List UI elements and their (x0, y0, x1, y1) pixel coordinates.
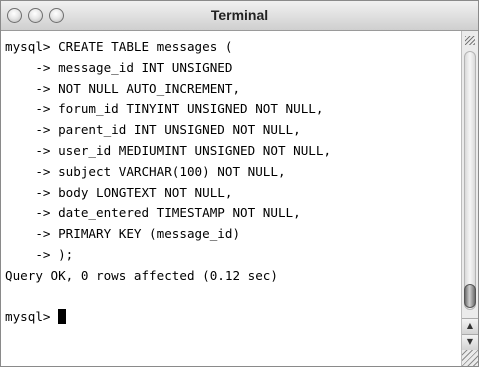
terminal-line: -> PRIMARY KEY (message_id) (5, 226, 241, 242)
terminal-window: Terminal mysql> CREATE TABLE messages ( … (0, 0, 479, 367)
scroll-up-button[interactable]: ▲ (462, 318, 478, 334)
terminal-line: -> parent_id INT UNSIGNED NOT NULL, (5, 122, 301, 138)
scroll-track[interactable] (464, 51, 476, 310)
scroll-down-button[interactable]: ▼ (462, 334, 478, 350)
prompt-line[interactable]: mysql> (5, 307, 461, 328)
title-bar[interactable]: Terminal (1, 1, 478, 31)
terminal-line: -> user_id MEDIUMINT UNSIGNED NOT NULL, (5, 142, 332, 158)
terminal-line: -> subject VARCHAR(100) NOT NULL, (5, 163, 286, 179)
terminal-line: -> ); (5, 246, 74, 262)
prompt-text: mysql> (5, 309, 59, 325)
resize-grip-icon[interactable] (462, 350, 478, 366)
terminal-line: -> body LONGTEXT NOT NULL, (5, 184, 233, 200)
scroll-thumb[interactable] (464, 284, 476, 308)
terminal-line: Query OK, 0 rows affected (0.12 sec) (5, 267, 278, 283)
terminal-output[interactable]: mysql> CREATE TABLE messages ( -> messag… (1, 31, 461, 366)
text-cursor (58, 309, 67, 325)
terminal-line: -> NOT NULL AUTO_INCREMENT, (5, 80, 241, 96)
terminal-line: -> date_entered TIMESTAMP NOT NULL, (5, 205, 301, 221)
split-pane-icon[interactable] (465, 36, 475, 45)
terminal-line: mysql> CREATE TABLE messages ( (5, 39, 233, 54)
vertical-scrollbar[interactable]: ▲ ▼ (461, 31, 478, 366)
terminal-line: -> forum_id TINYINT UNSIGNED NOT NULL, (5, 101, 324, 117)
terminal-line: -> message_id INT UNSIGNED (5, 59, 233, 75)
window-title: Terminal (210, 7, 269, 23)
